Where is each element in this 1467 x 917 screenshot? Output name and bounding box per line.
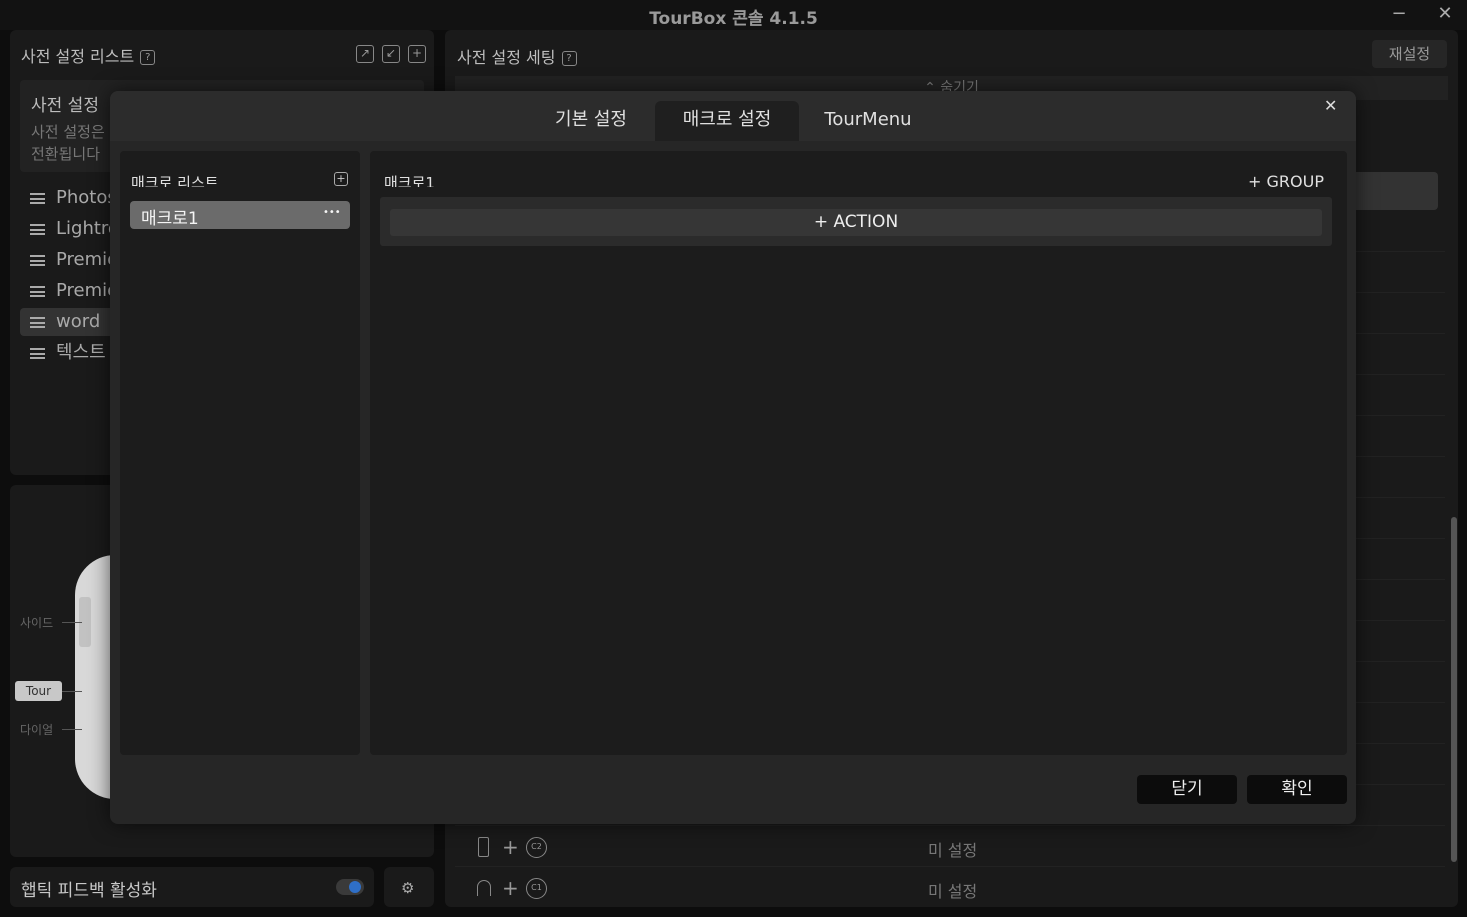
- leader-line: [62, 622, 82, 623]
- close-window-button[interactable]: ✕: [1430, 3, 1460, 24]
- tab-tourmenu[interactable]: TourMenu: [810, 101, 926, 141]
- dial-label: 다이얼: [20, 723, 54, 737]
- drag-handle-icon[interactable]: [30, 255, 45, 266]
- drag-handle-icon[interactable]: [30, 348, 45, 359]
- macro-list-title: 매크로 리스트: [131, 174, 219, 187]
- drag-handle-icon[interactable]: [30, 224, 45, 235]
- preset-item-label: word: [56, 311, 101, 332]
- scrollbar-thumb[interactable]: [1451, 517, 1457, 862]
- side-label: 사이드: [20, 616, 54, 630]
- drag-handle-icon[interactable]: [30, 193, 45, 204]
- tour-label[interactable]: Tour: [15, 681, 62, 701]
- row-divider: [455, 866, 1445, 867]
- preset-item-label: 텍스트: [56, 342, 106, 363]
- export-icon[interactable]: ↗: [356, 45, 374, 63]
- selected-row-highlight: [1350, 172, 1438, 210]
- toggle-knob: [349, 881, 361, 893]
- preset-settings-title-text: 사전 설정 세팅: [457, 48, 556, 67]
- macro-editor-title: 매크로1: [384, 174, 435, 187]
- close-dialog-button[interactable]: 닫기: [1137, 775, 1237, 804]
- macro-settings-dialog: 기본 설정 매크로 설정 TourMenu ✕ 매크로 리스트 + 매크로1 •…: [110, 91, 1356, 824]
- add-group-button[interactable]: + GROUP: [1248, 172, 1324, 187]
- preset-card-desc-1: 사전 설정은: [31, 123, 105, 141]
- preset-card-desc-2: 전환됩니다: [31, 145, 101, 163]
- add-preset-icon[interactable]: +: [408, 45, 426, 63]
- close-icon[interactable]: ✕: [1324, 96, 1337, 115]
- settings-button[interactable]: ⚙: [384, 867, 434, 907]
- window-title: TourBox 콘솔 4.1.5: [649, 9, 818, 29]
- confirm-button[interactable]: 확인: [1247, 775, 1347, 804]
- preset-item-label: Premie: [56, 249, 119, 270]
- preset-settings-title: 사전 설정 세팅?: [457, 44, 577, 68]
- c1-icon: C1: [526, 878, 547, 899]
- macro-item-selected[interactable]: 매크로1 •••: [130, 201, 350, 229]
- leader-line: [62, 691, 82, 692]
- preset-item-label: Premie: [56, 280, 119, 301]
- macro-list-panel: [120, 151, 360, 755]
- more-options-icon[interactable]: •••: [323, 207, 341, 218]
- row-value[interactable]: 미 설정: [928, 878, 977, 902]
- haptic-label: 햅틱 피드백 활성화: [21, 881, 157, 901]
- minimize-button[interactable]: −: [1384, 3, 1414, 24]
- button-icon: [478, 837, 489, 857]
- gear-icon: ⚙: [401, 879, 415, 897]
- preset-list-title-text: 사전 설정 리스트: [21, 47, 135, 66]
- knob-icon: [477, 880, 491, 896]
- preset-item-label: Photos: [56, 187, 117, 208]
- import-icon[interactable]: ↙: [382, 45, 400, 63]
- row-divider: [455, 825, 1445, 826]
- drag-handle-icon[interactable]: [30, 286, 45, 297]
- tab-basic-settings[interactable]: 기본 설정: [535, 101, 647, 141]
- help-icon[interactable]: ?: [140, 50, 156, 65]
- row-value[interactable]: 미 설정: [928, 837, 977, 861]
- reset-button[interactable]: 재설정: [1372, 40, 1447, 68]
- leader-line: [62, 729, 82, 730]
- c2-icon: C2: [526, 837, 547, 858]
- add-macro-icon[interactable]: +: [334, 172, 348, 186]
- help-icon[interactable]: ?: [561, 51, 577, 66]
- drag-handle-icon[interactable]: [30, 317, 45, 328]
- macro-item-label: 매크로1: [141, 209, 199, 229]
- plus-icon: +: [502, 876, 519, 900]
- preset-list-title: 사전 설정 리스트?: [21, 43, 156, 67]
- plus-icon: +: [502, 835, 519, 859]
- haptic-toggle[interactable]: [336, 879, 364, 895]
- preset-card-title: 사전 설정: [31, 96, 99, 116]
- tab-macro-settings[interactable]: 매크로 설정: [655, 101, 799, 141]
- add-action-button[interactable]: + ACTION: [390, 209, 1322, 236]
